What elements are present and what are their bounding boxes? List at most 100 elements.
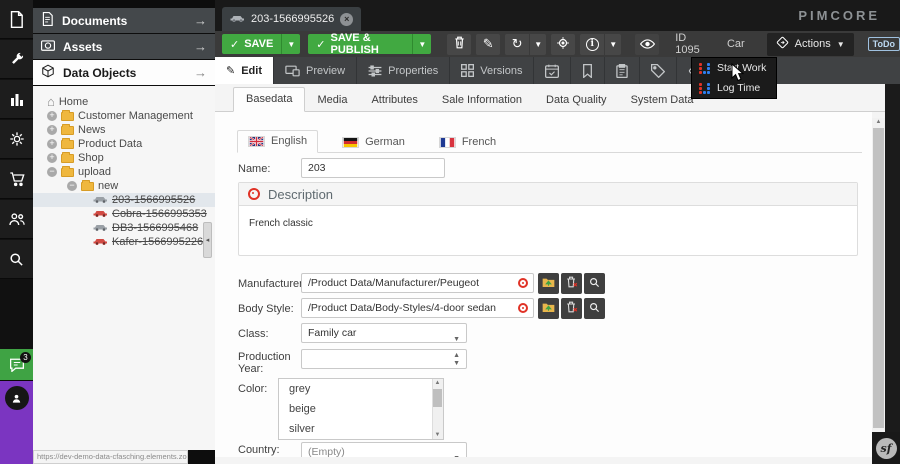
symfony-profiler-badge[interactable]: sf: [872, 432, 900, 464]
class-select[interactable]: Family car ▼: [301, 323, 467, 343]
info-button[interactable]: i: [580, 34, 604, 55]
locate-in-tree-button[interactable]: [551, 34, 575, 55]
subtab-data-quality[interactable]: Data Quality: [534, 89, 619, 112]
body-style-open-button[interactable]: [538, 298, 559, 319]
chat-rail-button[interactable]: 3: [0, 349, 33, 381]
users-rail-button[interactable]: [0, 200, 33, 239]
body-style-remove-button[interactable]: [561, 298, 582, 319]
car-icon-red: [93, 236, 108, 248]
data-objects-panel-header[interactable]: Data Objects →: [33, 60, 215, 85]
documents-panel-header[interactable]: Documents →: [33, 8, 215, 33]
reload-button[interactable]: ↻: [505, 34, 529, 55]
tree-item-news[interactable]: + News: [33, 123, 215, 137]
color-option-beige[interactable]: beige: [279, 399, 443, 419]
account-rail-button[interactable]: [0, 381, 33, 410]
tree-item-upload[interactable]: − upload: [33, 165, 215, 179]
description-editable[interactable]: French classic: [239, 206, 857, 241]
tab-properties[interactable]: Properties: [357, 57, 450, 84]
documents-panel-label: Documents: [62, 14, 127, 28]
ecommerce-rail-button[interactable]: [0, 160, 33, 199]
spinner-up-icon[interactable]: ▲: [453, 352, 460, 359]
delete-button[interactable]: [447, 34, 471, 55]
subtab-media[interactable]: Media: [305, 89, 359, 112]
name-input[interactable]: [301, 158, 445, 178]
expand-plus-icon[interactable]: +: [47, 111, 57, 121]
assets-panel-header[interactable]: Assets →: [33, 34, 215, 59]
save-button[interactable]: ✓ SAVE: [222, 34, 281, 54]
subtab-basedata[interactable]: Basedata: [233, 87, 305, 112]
color-option-grey[interactable]: grey: [279, 379, 443, 399]
close-icon[interactable]: ×: [340, 13, 353, 26]
object-tab-203[interactable]: 203-1566995526 ×: [222, 7, 361, 31]
check-icon: ✓: [316, 38, 325, 51]
language-tab-french[interactable]: French: [429, 132, 506, 153]
subtab-sale-information[interactable]: Sale Information: [430, 89, 534, 112]
settings-rail-button[interactable]: [0, 120, 33, 159]
collapse-minus-icon[interactable]: −: [67, 181, 77, 191]
tree-item-db3[interactable]: DB3-1566995468: [33, 221, 215, 235]
reports-rail-button[interactable]: [0, 80, 33, 119]
data-objects-tree: ⌂ Home + Customer Management + News + Pr…: [33, 86, 215, 450]
expand-arrow-icon[interactable]: →: [194, 39, 207, 54]
panel-collapse-handle[interactable]: ◂: [203, 222, 212, 258]
expand-plus-icon[interactable]: +: [47, 153, 57, 163]
body-style-href-field[interactable]: /Product Data/Body-Styles/4-door sedan: [301, 298, 534, 318]
expand-arrow-icon[interactable]: →: [194, 65, 207, 80]
gear-icon: [9, 131, 25, 147]
tab-preview[interactable]: Preview: [274, 57, 357, 84]
tree-item-customer-management[interactable]: + Customer Management: [33, 109, 215, 123]
main-scrollbar[interactable]: ▲: [872, 118, 885, 434]
link-status-tooltip: https://dev-demo-data-cfasching.elements…: [33, 450, 188, 464]
body-style-search-button[interactable]: [584, 298, 605, 319]
manufacturer-remove-button[interactable]: [561, 273, 582, 294]
tab-tags[interactable]: [640, 57, 677, 84]
production-year-spinner[interactable]: ▲ ▼: [301, 349, 467, 369]
save-publish-dropdown-button[interactable]: ▼: [412, 34, 431, 54]
subtab-attributes[interactable]: Attributes: [359, 89, 429, 112]
tree-item-product-data[interactable]: + Product Data: [33, 137, 215, 151]
color-option-silver[interactable]: silver: [279, 419, 443, 439]
language-tab-english[interactable]: English: [237, 130, 318, 153]
spinner-down-icon[interactable]: ▼: [453, 360, 460, 367]
country-select[interactable]: (Empty) ▼: [301, 442, 467, 457]
save-publish-button[interactable]: ✓ SAVE & PUBLISH: [308, 34, 412, 54]
tree-item-kafer[interactable]: Kafer-1566995226: [33, 235, 215, 249]
expand-plus-icon[interactable]: +: [47, 125, 57, 135]
home-icon: ⌂: [47, 96, 55, 108]
scrollbar-thumb[interactable]: [873, 128, 884, 428]
reload-dropdown-button[interactable]: ▼: [529, 34, 546, 55]
save-dropdown-button[interactable]: ▼: [281, 34, 300, 54]
search-rail-button[interactable]: [0, 240, 33, 279]
workflow-status-badge: ToDo: [868, 37, 900, 51]
manufacturer-search-button[interactable]: [584, 273, 605, 294]
tab-edit[interactable]: ✎ Edit: [215, 57, 274, 84]
tree-item-cobra[interactable]: Cobra-1566995353: [33, 207, 215, 221]
scrollbar-thumb[interactable]: [433, 389, 442, 407]
color-scrollbar[interactable]: ▲ ▼: [432, 379, 443, 439]
tab-versions[interactable]: Versions: [450, 57, 534, 84]
collapse-minus-icon[interactable]: −: [47, 167, 57, 177]
tab-schedule[interactable]: [534, 57, 571, 84]
tab-notes[interactable]: [571, 57, 605, 84]
scroll-down-icon[interactable]: ▼: [433, 432, 442, 438]
manufacturer-href-field[interactable]: /Product Data/Manufacturer/Peugeot: [301, 273, 534, 293]
language-tab-german[interactable]: German: [332, 132, 415, 153]
actions-menu-button[interactable]: Actions ▼: [767, 33, 854, 56]
preview-eye-button[interactable]: [635, 34, 659, 55]
tree-item-home[interactable]: ⌂ Home: [33, 95, 215, 109]
manufacturer-open-button[interactable]: [538, 273, 559, 294]
tree-item-new[interactable]: − new: [33, 179, 215, 193]
versions-grid-icon: [461, 64, 474, 77]
tab-reports[interactable]: [605, 57, 640, 84]
build-rail-button[interactable]: [0, 40, 33, 79]
expand-plus-icon[interactable]: +: [47, 139, 57, 149]
rename-button[interactable]: ✎: [476, 34, 500, 55]
documents-rail-button[interactable]: [0, 0, 33, 39]
tree-item-203[interactable]: 203-1566995526: [33, 193, 215, 207]
scroll-up-icon[interactable]: ▲: [874, 119, 883, 125]
tree-item-shop[interactable]: + Shop: [33, 151, 215, 165]
pencil-icon: ✎: [226, 64, 235, 77]
info-dropdown-button[interactable]: ▼: [604, 34, 621, 55]
scroll-up-icon[interactable]: ▲: [433, 380, 442, 386]
expand-arrow-icon[interactable]: →: [194, 13, 207, 28]
